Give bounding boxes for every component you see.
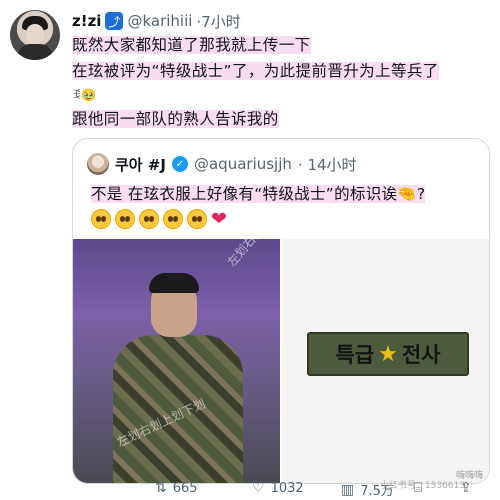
quoted-text: 不是 在玹衣服上好像有“特级战士”的标识诶🤏? — [91, 185, 426, 203]
soldier-hair — [149, 273, 199, 293]
heart-outline-icon: ♡ — [252, 480, 265, 496]
footer-watermark: 小红书号：1536613 — [380, 481, 466, 491]
star-icon: ★ — [378, 341, 398, 367]
like-button[interactable]: ♡ 1032 — [252, 480, 304, 496]
post-time[interactable]: ·7小时 — [196, 11, 240, 32]
quoted-avatar[interactable] — [87, 153, 109, 175]
user-handle[interactable]: @karihiii — [127, 12, 192, 30]
pleading-face-icon — [163, 209, 183, 229]
tweet-text-line-1: 既然大家都知道了那我就上传一下 — [72, 36, 311, 54]
like-count: 1032 — [270, 480, 304, 496]
heart-icon: ❤ — [211, 208, 227, 230]
quoted-tweet[interactable]: 쿠아 #J ✓ @aquariusjjh · 14小时 不是 在玹衣服上好像有“… — [72, 138, 490, 484]
views-icon: ▥ — [341, 481, 355, 498]
tweet-text-line-3: 跟他同一部队的熟人告诉我的 — [72, 110, 279, 128]
rank-patch: 특급 ★ 전사 — [307, 332, 469, 376]
retweet-icon: ⇅ — [155, 480, 167, 496]
patch-text-right: 전사 — [401, 343, 441, 367]
quoted-time: · 14小时 — [297, 155, 357, 174]
watermark-text: 左划右划上划下划 — [223, 239, 280, 270]
quoted-display-name[interactable]: 쿠아 #J — [115, 154, 166, 175]
pleading-face-icon — [91, 209, 111, 229]
share-badge-icon: ⤴ — [105, 12, 124, 30]
tweet-emoji: ꉂ🥹 — [72, 88, 97, 102]
pleading-face-icon — [139, 209, 159, 229]
pleading-face-icon — [187, 209, 207, 229]
retweet-count: 665 — [172, 480, 198, 496]
avatar-face — [26, 24, 44, 44]
patch-text-left: 특급 — [335, 343, 375, 367]
quoted-header: 쿠아 #J ✓ @aquariusjjh · 14小时 — [87, 153, 357, 175]
retweet-button[interactable]: ⇅ 665 — [155, 480, 198, 496]
verified-icon: ✓ — [171, 156, 188, 172]
quoted-emoji-row: ❤ — [91, 207, 227, 231]
tweet-text-line-2: 在玹被评为“特级战士”了，为此提前晋升为上等兵了 — [72, 62, 439, 80]
photo-patch[interactable]: 특급 ★ 전사 嗨嗨嗨 — [282, 239, 489, 483]
tweet-header: z!zi ⤴ @karihiii ·7小时 — [72, 10, 241, 32]
photo-soldier[interactable]: 左划右划上划下划 左划右划上划下划 — [73, 239, 280, 483]
avatar-body — [18, 44, 52, 60]
quoted-handle[interactable]: @aquariusjjh — [194, 155, 292, 173]
user-avatar[interactable] — [10, 10, 60, 60]
pleading-face-icon — [115, 209, 135, 229]
display-name[interactable]: z!zi — [72, 12, 101, 30]
